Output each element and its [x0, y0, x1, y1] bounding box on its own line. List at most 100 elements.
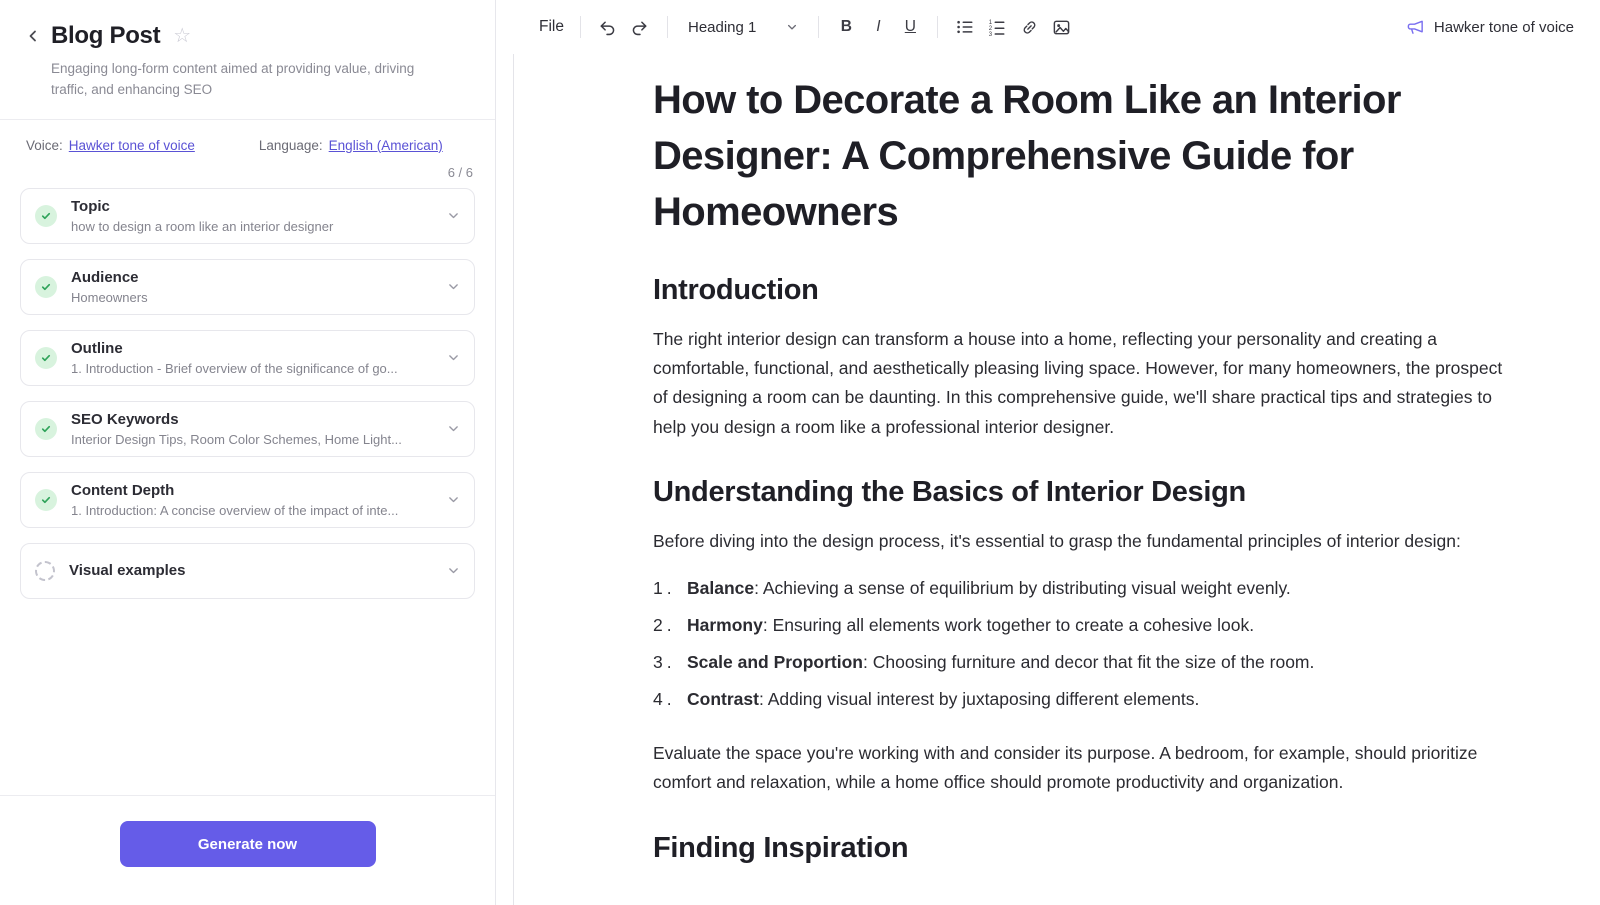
list-marker: 2. [653, 611, 687, 639]
list-term: Contrast [687, 689, 759, 709]
check-circle-icon [35, 276, 57, 298]
step-title: Audience [71, 269, 432, 286]
step-subtitle: Interior Design Tips, Room Color Schemes… [71, 432, 432, 447]
list-marker: 3. [653, 648, 687, 676]
step-card-topic[interactable]: Topic how to design a room like an inter… [20, 188, 475, 244]
underline-button[interactable]: U [895, 12, 925, 42]
list-item: 2. Harmony: Ensuring all elements work t… [653, 611, 1512, 639]
list-term: Balance [687, 578, 754, 598]
chevron-down-icon[interactable] [446, 564, 460, 577]
insert-image-button[interactable] [1046, 12, 1076, 42]
step-title: Visual examples [69, 562, 432, 579]
list-marker: 4. [653, 685, 687, 713]
editor-toolbar: File Heading 1 [496, 0, 1600, 54]
pending-circle-icon [35, 561, 55, 581]
undo-icon [598, 18, 617, 37]
document-title: How to Decorate a Room Like an Interior … [653, 72, 1512, 240]
list-term: Scale and Proportion [687, 652, 863, 672]
list-item: 1. Balance: Achieving a sense of equilib… [653, 574, 1512, 602]
section-heading-introduction: Introduction [653, 274, 1512, 307]
heading-style-select[interactable]: Heading 1 [680, 12, 806, 42]
step-card-audience[interactable]: Audience Homeowners [20, 259, 475, 315]
back-button[interactable] [24, 24, 42, 48]
megaphone-icon [1406, 18, 1425, 37]
link-icon [1020, 18, 1039, 37]
step-card-seo-keywords[interactable]: SEO Keywords Interior Design Tips, Room … [20, 401, 475, 457]
step-subtitle: 1. Introduction: A concise overview of t… [71, 503, 432, 518]
image-icon [1052, 18, 1071, 37]
tone-of-voice-button[interactable]: Hawker tone of voice [1406, 18, 1574, 37]
numbered-list-icon: 1 2 3 [988, 18, 1006, 36]
principles-list: 1. Balance: Achieving a sense of equilib… [653, 574, 1512, 713]
step-title: Content Depth [71, 482, 432, 499]
undo-button[interactable] [593, 12, 623, 42]
favorite-star-icon[interactable]: ☆ [173, 26, 191, 46]
section-heading-inspiration: Finding Inspiration [653, 832, 1512, 865]
step-subtitle: 1. Introduction - Brief overview of the … [71, 361, 432, 376]
step-subtitle: Homeowners [71, 290, 432, 305]
chevron-down-icon[interactable] [446, 280, 460, 293]
redo-icon [630, 18, 649, 37]
paragraph: Evaluate the space you're working with a… [653, 739, 1512, 797]
chevron-down-icon[interactable] [446, 351, 460, 364]
step-title: SEO Keywords [71, 411, 432, 428]
settings-row: Voice: Hawker tone of voice Language: En… [0, 120, 495, 153]
bullet-list-icon [956, 18, 974, 36]
chevron-down-icon[interactable] [446, 493, 460, 506]
sidebar-header: Blog Post ☆ Engaging long-form content a… [0, 0, 495, 120]
list-item: 4. Contrast: Adding visual interest by j… [653, 685, 1512, 713]
toolbar-divider [818, 16, 819, 38]
toolbar-divider [937, 16, 938, 38]
page-description: Engaging long-form content aimed at prov… [51, 59, 453, 101]
editor-panel: File Heading 1 [496, 0, 1600, 905]
list-text: : Adding visual interest by juxtaposing … [759, 689, 1199, 709]
language-link[interactable]: English (American) [329, 138, 443, 153]
chevron-down-icon[interactable] [446, 209, 460, 222]
step-subtitle: how to design a room like an interior de… [71, 219, 432, 234]
list-text: : Achieving a sense of equilibrium by di… [754, 578, 1291, 598]
section-heading-basics: Understanding the Basics of Interior Des… [653, 476, 1512, 509]
heading-style-value: Heading 1 [688, 19, 756, 36]
list-item: 3. Scale and Proportion: Choosing furnit… [653, 648, 1512, 676]
toolbar-divider [580, 16, 581, 38]
insert-link-button[interactable] [1014, 12, 1044, 42]
check-circle-icon [35, 205, 57, 227]
step-title: Outline [71, 340, 432, 357]
check-circle-icon [35, 347, 57, 369]
check-circle-icon [35, 489, 57, 511]
list-marker: 1. [653, 574, 687, 602]
check-circle-icon [35, 418, 57, 440]
steps-counter: 6 / 6 [0, 153, 495, 188]
step-cards: Topic how to design a room like an inter… [0, 188, 495, 795]
tone-of-voice-label: Hawker tone of voice [1434, 19, 1574, 36]
bold-button[interactable]: B [831, 12, 861, 42]
list-text: : Choosing furniture and decor that fit … [863, 652, 1314, 672]
step-title: Topic [71, 198, 432, 215]
chevron-down-icon[interactable] [446, 422, 460, 435]
step-card-outline[interactable]: Outline 1. Introduction - Brief overview… [20, 330, 475, 386]
bullet-list-button[interactable] [950, 12, 980, 42]
voice-link[interactable]: Hawker tone of voice [69, 138, 195, 153]
italic-button[interactable]: I [863, 12, 893, 42]
file-menu-button[interactable]: File [535, 12, 568, 42]
sidebar-footer: Generate now [0, 795, 495, 905]
editor-canvas[interactable]: How to Decorate a Room Like an Interior … [513, 54, 1600, 905]
generate-now-button[interactable]: Generate now [120, 821, 376, 867]
language-label: Language: [259, 138, 323, 153]
step-card-content-depth[interactable]: Content Depth 1. Introduction: A concise… [20, 472, 475, 528]
numbered-list-button[interactable]: 1 2 3 [982, 12, 1012, 42]
redo-button[interactable] [625, 12, 655, 42]
app-window: Blog Post ☆ Engaging long-form content a… [0, 0, 1600, 905]
svg-text:3: 3 [989, 32, 993, 36]
paragraph: The right interior design can transform … [653, 325, 1512, 442]
sidebar: Blog Post ☆ Engaging long-form content a… [0, 0, 496, 905]
chevron-down-icon [786, 21, 798, 33]
page-title: Blog Post [51, 22, 160, 50]
list-term: Harmony [687, 615, 763, 635]
chevron-left-icon [25, 28, 41, 44]
list-text: : Ensuring all elements work together to… [763, 615, 1254, 635]
voice-label: Voice: [26, 138, 63, 153]
step-card-visual-examples[interactable]: Visual examples [20, 543, 475, 599]
toolbar-divider [667, 16, 668, 38]
paragraph: Before diving into the design process, i… [653, 527, 1512, 556]
